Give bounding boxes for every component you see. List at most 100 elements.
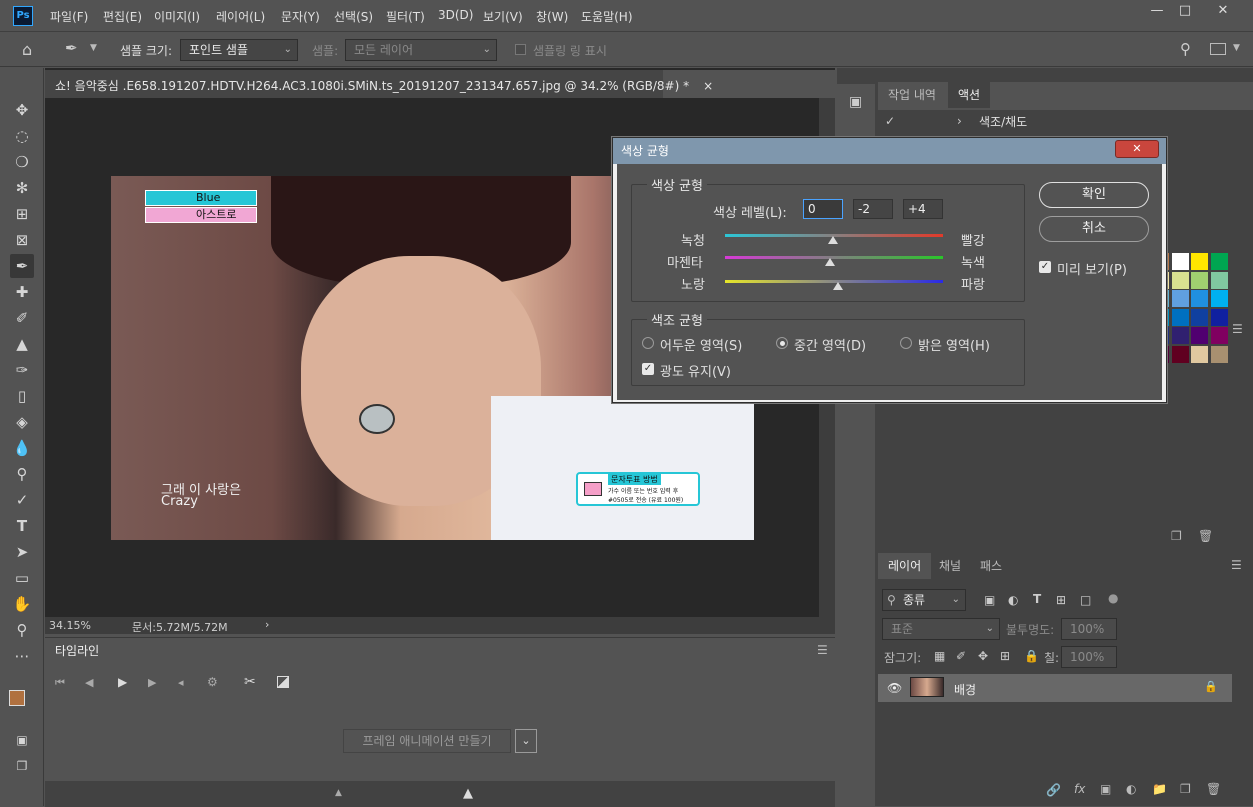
pen-tool-icon[interactable]: ✓: [10, 488, 34, 512]
adjustment-icon[interactable]: ◐: [1126, 782, 1136, 796]
adjust-filter-icon[interactable]: ◐: [1008, 593, 1018, 607]
level-magenta-green-input[interactable]: -2: [853, 199, 893, 219]
scissors-icon[interactable]: ✂: [244, 674, 256, 690]
workspace-icon[interactable]: [1210, 43, 1226, 55]
chevron-down-icon[interactable]: ▼: [1233, 43, 1240, 53]
eye-icon[interactable]: 👁: [887, 681, 902, 695]
tab-channels[interactable]: 채널: [929, 553, 971, 579]
menu-layer[interactable]: 레이어(L): [216, 8, 265, 25]
more-tools-icon[interactable]: ⋯: [10, 644, 34, 668]
eraser-tool-icon[interactable]: ▯: [10, 384, 34, 408]
brush-tool-icon[interactable]: ✐: [10, 306, 34, 330]
color-swatch[interactable]: [1210, 345, 1228, 363]
menu-image[interactable]: 이미지(I): [154, 8, 200, 25]
new-swatch-icon[interactable]: ❐: [1171, 529, 1182, 543]
midtones-label[interactable]: 중간 영역(D): [794, 335, 866, 354]
type-tool-icon[interactable]: T: [10, 514, 34, 538]
panel-menu-icon[interactable]: ☰: [1231, 558, 1242, 572]
tab-paths[interactable]: 패스: [970, 553, 1012, 579]
menu-select[interactable]: 선택(S): [334, 8, 373, 25]
menu-file[interactable]: 파일(F): [50, 8, 88, 25]
chevron-down-icon[interactable]: ▼: [90, 43, 97, 53]
search-icon[interactable]: ⚲: [1180, 40, 1191, 58]
quick-mask-icon[interactable]: ▣: [10, 728, 34, 752]
pixel-filter-icon[interactable]: ▣: [984, 593, 995, 607]
color-swatch[interactable]: [1210, 308, 1228, 326]
yellow-blue-slider-thumb[interactable]: [833, 282, 843, 290]
transition-icon[interactable]: [277, 676, 289, 688]
path-select-icon[interactable]: ➤: [10, 540, 34, 564]
hand-tool-icon[interactable]: ✋: [10, 592, 34, 616]
link-icon[interactable]: 🔗: [1046, 783, 1061, 797]
smart-filter-icon[interactable]: □: [1080, 593, 1091, 607]
restore-icon[interactable]: □: [1170, 0, 1200, 22]
screen-mode-icon[interactable]: ❐: [10, 754, 34, 778]
zoom-level[interactable]: 34.15%: [49, 619, 91, 632]
rectangle-tool-icon[interactable]: ▭: [10, 566, 34, 590]
lasso-tool-icon[interactable]: ❍: [10, 150, 34, 174]
eyedropper-icon[interactable]: ✒: [65, 39, 78, 57]
panel-menu-icon[interactable]: ☰: [1232, 322, 1243, 336]
color-swatch[interactable]: [1171, 290, 1189, 307]
color-swatch[interactable]: [1171, 327, 1189, 344]
settings-gear-icon[interactable]: ⚙: [207, 675, 218, 689]
dodge-tool-icon[interactable]: ⚲: [10, 462, 34, 486]
mask-icon[interactable]: ▣: [1100, 782, 1111, 796]
color-swatch[interactable]: [1171, 308, 1189, 326]
eyedropper-tool-icon[interactable]: ✒: [10, 254, 34, 278]
opacity-input[interactable]: 100%: [1061, 618, 1117, 640]
check-icon[interactable]: ✓: [885, 114, 895, 128]
chevron-right-icon[interactable]: ›: [957, 114, 962, 128]
sample-select[interactable]: 모든 레이어 ⌄: [345, 39, 497, 61]
cancel-button[interactable]: 취소: [1039, 216, 1149, 242]
action-item[interactable]: 색조/채도: [979, 113, 1027, 130]
tab-layers[interactable]: 레이어: [878, 553, 932, 579]
close-icon[interactable]: ✕: [1208, 0, 1238, 22]
shadows-label[interactable]: 어두운 영역(S): [660, 335, 742, 354]
ok-button[interactable]: 확인: [1039, 182, 1149, 208]
healing-tool-icon[interactable]: ✚: [10, 280, 34, 304]
trash-icon[interactable]: 🗑: [1206, 782, 1221, 796]
filter-toggle-icon[interactable]: ●: [1108, 591, 1118, 605]
color-swatch[interactable]: [1171, 271, 1189, 289]
color-swatch[interactable]: [1191, 308, 1208, 326]
color-swatch[interactable]: [1210, 271, 1228, 289]
panel-menu-icon[interactable]: ☰: [817, 643, 828, 657]
chevron-down-icon[interactable]: ⌄: [515, 729, 537, 753]
history-brush-icon[interactable]: ✑: [10, 358, 34, 382]
zoom-out-icon[interactable]: ▲: [335, 788, 342, 798]
layer-filter-select[interactable]: ⚲ 종류 ⌄: [882, 589, 966, 611]
zoom-in-icon[interactable]: ▲: [463, 786, 473, 801]
move-tool-icon[interactable]: ✥: [10, 98, 34, 122]
foreground-color-swatch[interactable]: [9, 690, 25, 706]
minimize-icon[interactable]: —: [1142, 0, 1172, 22]
color-swatch[interactable]: [1210, 327, 1228, 344]
color-swatch[interactable]: [1191, 271, 1208, 289]
color-swatch[interactable]: [1171, 345, 1189, 363]
color-swatch[interactable]: [1210, 290, 1228, 307]
sample-size-select[interactable]: 포인트 샘플 ⌄: [180, 39, 298, 61]
cyan-red-slider-thumb[interactable]: [828, 236, 838, 244]
fill-input[interactable]: 100%: [1061, 646, 1117, 668]
fx-icon[interactable]: fx: [1074, 782, 1085, 796]
tab-history[interactable]: 작업 내역: [878, 82, 946, 108]
lock-transparent-icon[interactable]: ▦: [934, 649, 945, 663]
close-tab-icon[interactable]: ×: [703, 79, 713, 93]
create-frame-animation-button[interactable]: 프레임 애니메이션 만들기: [343, 729, 511, 753]
menu-3d[interactable]: 3D(D): [438, 8, 473, 22]
marquee-tool-icon[interactable]: ◌: [10, 124, 34, 148]
color-swatch[interactable]: [1171, 253, 1189, 270]
swatch-grid[interactable]: [878, 253, 1232, 514]
preserve-luminosity-checkbox[interactable]: ✓: [642, 363, 654, 375]
highlights-label[interactable]: 밝은 영역(H): [918, 335, 990, 354]
layer-row[interactable]: 👁 배경 🔒: [878, 674, 1232, 702]
home-icon[interactable]: ⌂: [22, 40, 32, 59]
color-swatch[interactable]: [1191, 253, 1208, 270]
preserve-luminosity-label[interactable]: 광도 유지(V): [660, 361, 731, 380]
highlights-radio[interactable]: [900, 337, 912, 349]
zoom-tool-icon[interactable]: ⚲: [10, 618, 34, 642]
color-swatch[interactable]: [1191, 345, 1208, 363]
dialog-close-icon[interactable]: ✕: [1115, 140, 1159, 158]
frame-tool-icon[interactable]: ⊠: [10, 228, 34, 252]
audio-icon[interactable]: ◂: [178, 676, 184, 689]
